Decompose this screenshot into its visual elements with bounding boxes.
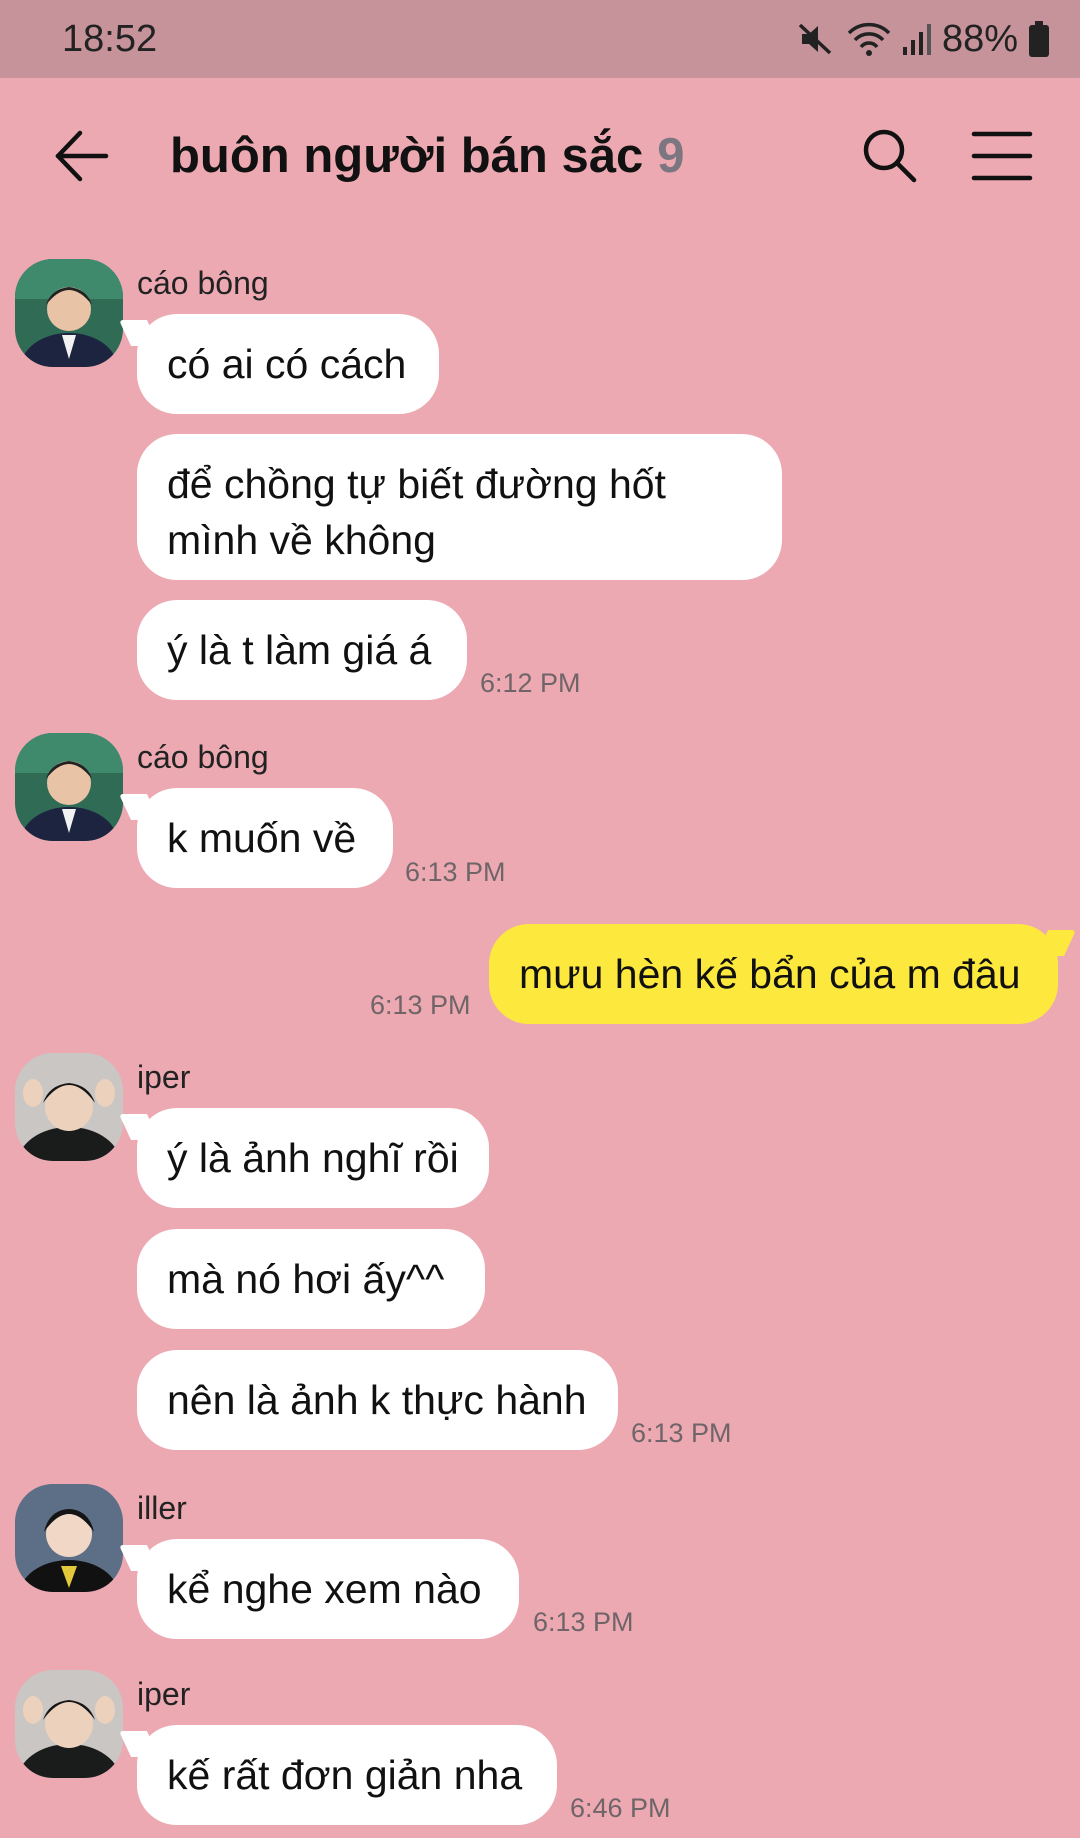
- sender-name: iper: [137, 1059, 191, 1095]
- back-arrow-icon[interactable]: [50, 126, 120, 186]
- message-bubble[interactable]: có ai có cách: [137, 314, 439, 414]
- message-time: 6:46 PM: [570, 1793, 671, 1823]
- message-time: 6:13 PM: [405, 857, 506, 887]
- status-time: 18:52: [62, 18, 158, 60]
- mute-icon: [798, 23, 832, 55]
- message-time: 6:13 PM: [631, 1418, 732, 1448]
- sender-name: iper: [137, 1676, 191, 1712]
- search-icon[interactable]: [858, 124, 922, 188]
- chat-title[interactable]: buôn người bán sắc 9: [170, 128, 685, 184]
- member-count: 9: [657, 129, 685, 183]
- message-time: 6:13 PM: [533, 1607, 634, 1637]
- message-bubble[interactable]: kế rất đơn giản nha: [137, 1725, 557, 1825]
- message-bubble[interactable]: ý là ảnh nghĩ rồi: [137, 1108, 489, 1208]
- avatar[interactable]: [15, 1484, 123, 1592]
- avatar[interactable]: [15, 259, 123, 367]
- sender-name: cáo bông: [137, 739, 269, 775]
- chat-header: buôn người bán sắc 9: [0, 78, 1080, 234]
- message-time: 6:13 PM: [370, 990, 471, 1020]
- message-bubble[interactable]: ý là t làm giá á: [137, 600, 467, 700]
- my-message-bubble[interactable]: mưu hèn kế bẩn của m đâu: [489, 924, 1058, 1024]
- message-time: 6:12 PM: [480, 668, 581, 698]
- message-bubble[interactable]: kể nghe xem nào: [137, 1539, 519, 1639]
- chat-name: buôn người bán sắc: [170, 129, 644, 183]
- battery-percent: 88%: [941, 17, 1018, 60]
- sender-name: iller: [137, 1490, 187, 1526]
- message-bubble[interactable]: k muốn về: [137, 788, 393, 888]
- message-bubble[interactable]: để chồng tự biết đường hốt mình về không: [137, 434, 782, 580]
- sender-name: cáo bông: [137, 265, 269, 301]
- message-bubble[interactable]: nên là ảnh k thực hành: [137, 1350, 618, 1450]
- battery-icon: [1029, 21, 1049, 57]
- status-bar: 18:52 88%: [0, 0, 1080, 78]
- menu-icon[interactable]: [970, 128, 1034, 184]
- status-icons: 88%: [796, 14, 1050, 64]
- avatar[interactable]: [15, 1670, 123, 1778]
- message-bubble[interactable]: mà nó hơi ấy^^: [137, 1229, 485, 1329]
- avatar[interactable]: [15, 1053, 123, 1161]
- wifi-icon: [847, 22, 891, 56]
- signal-icon: [902, 24, 931, 55]
- avatar[interactable]: [15, 733, 123, 841]
